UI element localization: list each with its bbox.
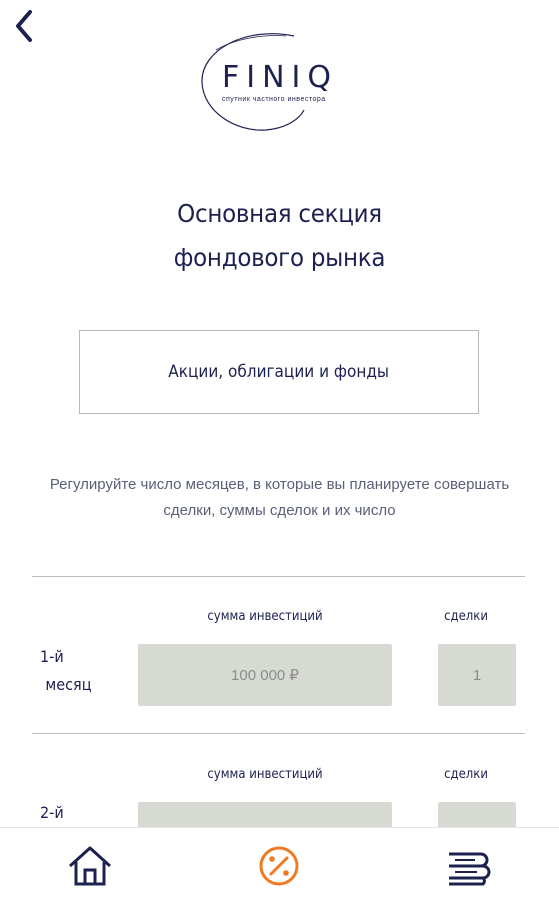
sum-header: сумма инвестиций (207, 767, 323, 782)
deals-header: сделки (444, 767, 488, 782)
month-label: 1-й месяц (40, 643, 92, 699)
hint-text: Регулируйте число месяцев, в которые вы … (49, 476, 510, 519)
page-title-line-1: Основная секция (177, 199, 382, 228)
divider (32, 576, 525, 577)
market-selector-button[interactable]: Акции, облигации и фонды (79, 330, 479, 414)
page-title: Основная секция фондового рынка (22, 192, 536, 280)
market-selector-label: Акции, облигации и фонды (168, 362, 390, 382)
bottom-nav (0, 827, 559, 901)
logo-tagline: спутник частного инвестора (222, 96, 326, 103)
home-icon (68, 846, 112, 886)
month-number: 1-й (40, 647, 64, 666)
deals-input[interactable]: 1 (438, 644, 516, 706)
books-icon (449, 852, 491, 886)
month-word: месяц (45, 675, 92, 694)
nav-percent[interactable] (255, 844, 303, 888)
sum-header: сумма инвестиций (207, 609, 323, 624)
divider (32, 733, 525, 734)
month-label: 2-й (40, 799, 64, 827)
nav-books[interactable] (445, 844, 493, 888)
chevron-left-icon (16, 10, 32, 42)
page-title-line-2: фондового рынка (173, 243, 386, 272)
deals-header: сделки (444, 609, 488, 624)
percent-icon (259, 846, 299, 886)
sum-input[interactable]: 100 000 ₽ (138, 644, 392, 706)
back-button[interactable] (6, 4, 42, 48)
finiq-logo: FINIQ спутник частного инвестора (196, 30, 368, 134)
month-number: 2-й (40, 803, 64, 822)
logo-wordmark: FINIQ (222, 60, 339, 95)
nav-home[interactable] (66, 844, 114, 888)
